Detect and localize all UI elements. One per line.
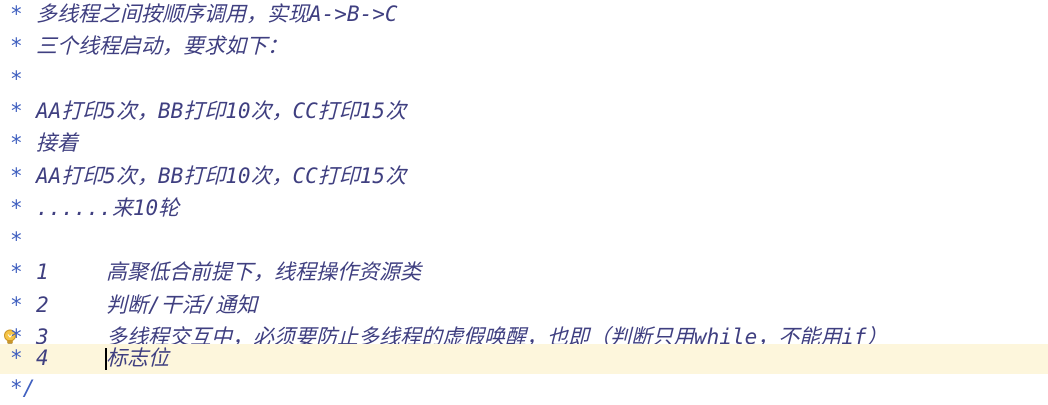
code-line: */ bbox=[0, 374, 1048, 404]
comment-text: 接着 bbox=[36, 131, 78, 156]
code-line: * 1 高聚低合前提下，线程操作资源类 bbox=[0, 258, 1048, 288]
comment-text: ......来10轮 bbox=[36, 195, 180, 220]
code-line: * 接着 bbox=[0, 129, 1048, 159]
code-editor[interactable]: * 多线程之间按顺序调用，实现A->B->C * 三个线程启动，要求如下： * … bbox=[0, 0, 1048, 405]
code-line: * AA打印5次，BB打印10次，CC打印15次 bbox=[0, 97, 1048, 127]
code-line: * ......来10轮 bbox=[0, 194, 1048, 224]
comment-marker: * bbox=[10, 131, 23, 156]
comment-text: AA打印5次，BB打印10次，CC打印15次 bbox=[36, 98, 407, 123]
comment-marker: * bbox=[10, 292, 23, 317]
comment-marker: * bbox=[10, 98, 23, 123]
comment-marker: * bbox=[10, 66, 23, 91]
current-line: * 4 标志位 bbox=[0, 344, 1048, 374]
comment-marker: * bbox=[10, 346, 23, 370]
code-line: * 三个线程启动，要求如下： bbox=[0, 32, 1048, 62]
comment-marker: * bbox=[10, 228, 23, 253]
code-line: * 多线程之间按顺序调用，实现A->B->C bbox=[0, 0, 1048, 30]
item-text: 判断/干活/通知 bbox=[106, 292, 258, 317]
item-text: 标志位 bbox=[106, 346, 169, 370]
comment-marker: * bbox=[10, 163, 23, 188]
code-line: * bbox=[0, 65, 1048, 95]
comment-text: AA打印5次，BB打印10次，CC打印15次 bbox=[36, 163, 407, 188]
code-line: * AA打印5次，BB打印10次，CC打印15次 bbox=[0, 162, 1048, 192]
comment-marker: * bbox=[10, 260, 23, 285]
comment-marker: * bbox=[10, 195, 23, 220]
code-line: * bbox=[0, 226, 1048, 256]
comment-text: 多线程之间按顺序调用，实现A->B->C bbox=[36, 2, 398, 26]
item-text: 高聚低合前提下，线程操作资源类 bbox=[106, 260, 421, 285]
comment-marker: * bbox=[10, 2, 23, 26]
comment-text: 三个线程启动，要求如下： bbox=[36, 34, 288, 59]
item-number: 1 bbox=[36, 260, 49, 285]
comment-marker: * bbox=[10, 34, 23, 59]
item-number: 2 bbox=[36, 292, 49, 317]
comment-close: */ bbox=[10, 376, 36, 400]
item-number: 4 bbox=[36, 346, 49, 370]
code-line: * 2 判断/干活/通知 bbox=[0, 291, 1048, 321]
